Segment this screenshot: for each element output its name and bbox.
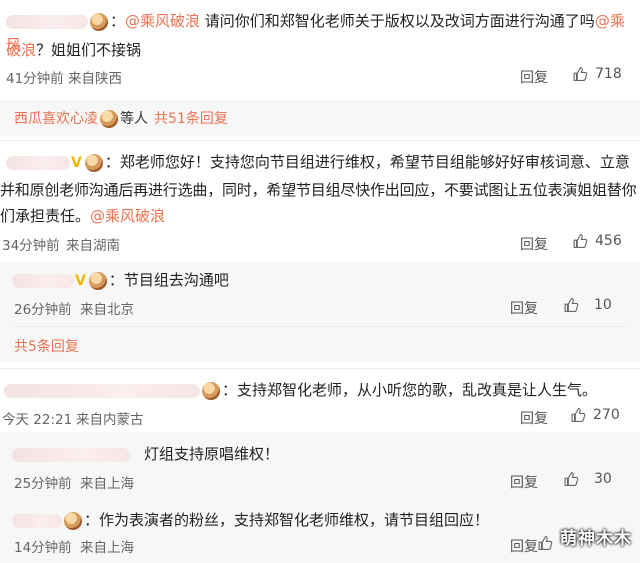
reply-button[interactable]: 回复 xyxy=(520,67,548,87)
divider xyxy=(0,368,640,369)
comment-3: ：支持郑智化老师，从小听您的歌，乱改真是让人生气。 今天 22:21 来自内蒙古… xyxy=(0,370,640,430)
summary-mid: 等人 xyxy=(120,111,148,127)
comment-3-body: ：支持郑智化老师，从小听您的歌，乱改真是让人生气。 xyxy=(4,378,597,402)
thumbs-up-icon xyxy=(573,67,588,81)
mention-link[interactable]: 破浪 xyxy=(6,41,36,59)
reply-button[interactable]: 回复 xyxy=(510,536,538,556)
divider xyxy=(0,140,640,141)
like-count: 270 xyxy=(593,407,620,423)
reply-button[interactable]: 回复 xyxy=(510,298,538,318)
reply-time: 25分钟前 xyxy=(14,476,72,492)
like-count: 10 xyxy=(594,297,612,313)
avatar xyxy=(202,381,220,400)
comment-time: 34分钟前 xyxy=(2,238,60,254)
reply-location: 来自上海 xyxy=(80,476,134,492)
blurred-username xyxy=(4,383,200,398)
blurred-username xyxy=(6,14,88,29)
blurred-username xyxy=(12,447,130,462)
like-count: 718 xyxy=(595,66,622,82)
blurred-username xyxy=(6,155,70,170)
like-button[interactable]: 10 xyxy=(563,297,612,313)
comment-2-body-line3: 们承担责任。@乘风破浪 xyxy=(0,207,166,225)
avatar xyxy=(88,271,107,290)
avatar xyxy=(90,12,108,31)
like-button[interactable]: 456 xyxy=(572,233,622,249)
comment-1-body-line2: 破浪？姐姐们不接锅 xyxy=(6,41,142,59)
mention-link[interactable]: @乘风破浪 xyxy=(125,12,200,30)
vip-badge-icon: V xyxy=(71,154,82,171)
more-replies-link[interactable]: 共5条回复 xyxy=(14,336,79,356)
comment-location: 来自湖南 xyxy=(66,238,120,254)
reply-location: 来自北京 xyxy=(80,302,134,318)
blurred-username xyxy=(12,513,62,528)
sub-reply-block: V ：节目组去沟通吧 26分钟前 来自北京 回复 10 共5条回复 xyxy=(0,262,640,362)
like-button[interactable]: 270 xyxy=(570,407,620,423)
divider xyxy=(12,326,628,327)
like-button[interactable]: 30 xyxy=(563,471,612,487)
comment-time: 今天 22:21 xyxy=(2,412,73,428)
reply-button[interactable]: 回复 xyxy=(520,408,548,428)
reply-location: 来自上海 xyxy=(80,540,134,556)
reply-count-link[interactable]: 共51条回复 xyxy=(154,111,228,127)
summary-name[interactable]: 西瓜喜欢心凌 xyxy=(14,111,98,127)
sub-reply-body: V ：节目组去沟通吧 xyxy=(12,268,229,293)
comment-2-body-line2: 并和原创老师沟通后再进行选曲，同时，希望节目组尽快作出回应，不要试图让五位表演姐… xyxy=(0,181,637,199)
comment-2-body: V ：郑老师您好！支持您向节目组进行维权，希望节目组能够好好审核词意、立意 xyxy=(6,150,636,175)
watermark-text: 萌神木木 xyxy=(560,529,632,549)
mention-link[interactable]: @乘风破浪 xyxy=(90,207,165,225)
sub-reply-block: 灯组支持原唱维权！ 25分钟前 来自上海 回复 30 ：作为表演者的粉丝，支持郑… xyxy=(0,432,640,563)
sub-reply-body: 灯组支持原唱维权！ xyxy=(12,442,279,466)
reply-button[interactable]: 回复 xyxy=(520,234,548,254)
thumbs-up-icon xyxy=(538,536,553,550)
sub-reply-body: ：作为表演者的粉丝，支持郑智化老师维权，请节目组回应！ xyxy=(12,508,489,532)
thumbs-up-icon xyxy=(564,298,579,312)
reply-time: 14分钟前 xyxy=(14,540,72,556)
thumbs-up-icon xyxy=(573,234,588,248)
comment-2: V ：郑老师您好！支持您向节目组进行维权，希望节目组能够好好审核词意、立意 并和原… xyxy=(0,142,640,262)
reply-time: 26分钟前 xyxy=(14,302,72,318)
avatar xyxy=(64,511,82,530)
like-count: 456 xyxy=(595,233,622,249)
comment-location: 来自陕西 xyxy=(68,71,122,87)
like-button[interactable]: 718 xyxy=(572,66,622,82)
blurred-username xyxy=(12,273,74,288)
thumbs-up-icon xyxy=(564,472,579,486)
comment-location: 来自内蒙古 xyxy=(76,412,144,428)
comment-1: ：@乘风破浪 请问你们和郑智化老师关于版权以及改词方面进行沟通了吗@乘风 破浪？… xyxy=(0,0,640,100)
reply-summary[interactable]: 西瓜喜欢心凌 等人 共51条回复 xyxy=(0,100,640,136)
thumbs-up-icon xyxy=(571,408,586,422)
avatar xyxy=(100,110,118,128)
avatar xyxy=(84,153,103,172)
comment-time: 41分钟前 xyxy=(6,71,64,87)
reply-button[interactable]: 回复 xyxy=(510,472,538,492)
like-count: 30 xyxy=(594,471,612,487)
vip-badge-icon: V xyxy=(75,272,86,289)
like-button[interactable] xyxy=(537,535,554,551)
